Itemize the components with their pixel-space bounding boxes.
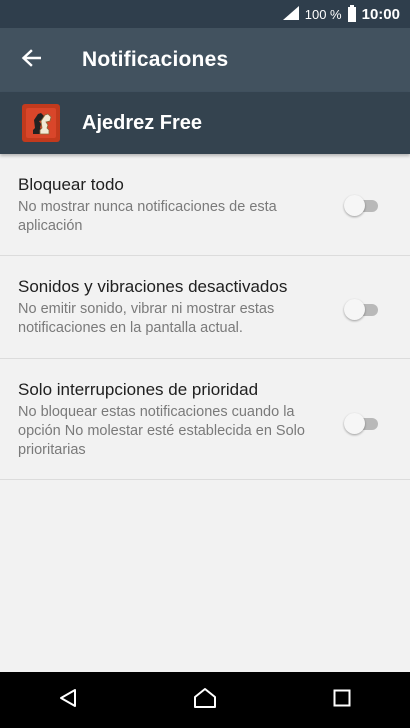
home-icon — [193, 687, 217, 714]
block-all-toggle[interactable] — [344, 195, 380, 216]
square-recents-icon — [333, 689, 351, 712]
battery-icon — [347, 4, 356, 22]
setting-row-silent[interactable]: Sonidos y vibraciones desactivados No em… — [0, 256, 410, 359]
setting-label: Sonidos y vibraciones desactivados — [18, 277, 288, 296]
nav-back-button[interactable] — [38, 672, 98, 728]
setting-row-priority[interactable]: Solo interrupciones de prioridad No bloq… — [0, 359, 410, 480]
chess-knight-icon — [22, 104, 60, 142]
clock: 10:00 — [361, 5, 400, 23]
silent-toggle[interactable] — [344, 299, 380, 320]
app-bar: Notificaciones — [0, 28, 410, 92]
nav-home-button[interactable] — [175, 672, 235, 728]
settings-list: Bloquear todo No mostrar nunca notificac… — [0, 154, 410, 480]
signal-icon — [282, 5, 299, 23]
arrow-left-icon — [21, 48, 42, 72]
setting-row-block-all[interactable]: Bloquear todo No mostrar nunca notificac… — [0, 154, 410, 256]
page-title: Notificaciones — [82, 48, 229, 71]
toggle-thumb — [344, 195, 365, 216]
setting-description: No mostrar nunca notificaciones de esta … — [18, 199, 277, 234]
back-button[interactable] — [0, 28, 62, 92]
status-bar: 100 % 10:00 — [0, 0, 410, 28]
battery-percent: 100 % — [304, 6, 342, 22]
setting-label: Solo interrupciones de prioridad — [18, 380, 259, 399]
navigation-bar — [0, 672, 410, 728]
app-header: Ajedrez Free — [0, 92, 410, 154]
toggle-thumb — [344, 413, 365, 434]
toggle-thumb — [344, 299, 365, 320]
nav-recents-button[interactable] — [312, 672, 372, 728]
setting-label: Bloquear todo — [18, 175, 124, 194]
setting-description: No bloquear estas notificaciones cuando … — [18, 404, 305, 458]
triangle-back-icon — [58, 688, 78, 713]
setting-description: No emitir sonido, vibrar ni mostrar esta… — [18, 301, 275, 336]
priority-toggle[interactable] — [344, 413, 380, 434]
app-name: Ajedrez Free — [82, 111, 203, 134]
